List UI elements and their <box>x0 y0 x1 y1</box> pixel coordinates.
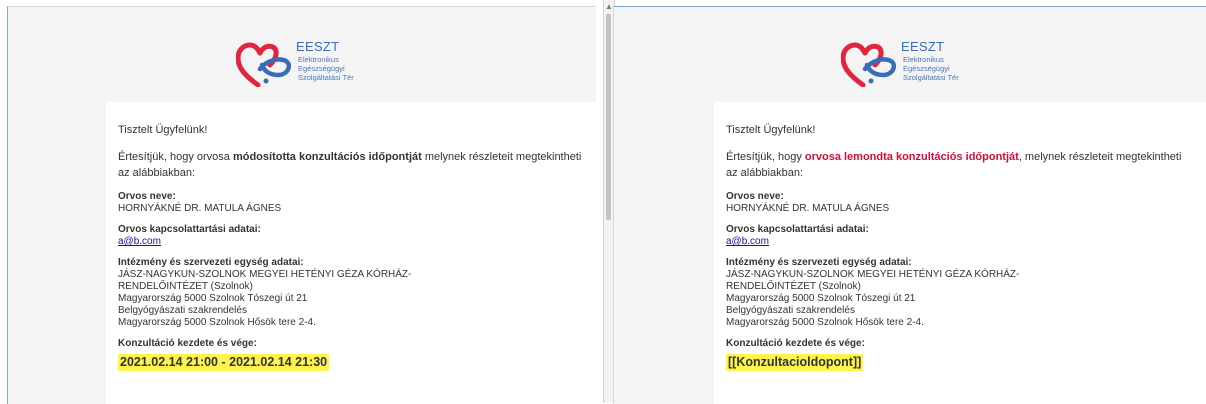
eeszt-heart-icon <box>841 42 896 87</box>
appointment-label: Konzultáció kezdete és vége: <box>118 338 257 349</box>
institution-label: Intézmény és szervezeti egység adatai: <box>118 257 304 268</box>
logo-brand: EESZT <box>901 39 945 54</box>
intro-emphasis: módosította konzultációs időpontját <box>232 151 422 163</box>
intro-before: Értesítjük, hogy orvosa <box>118 151 233 163</box>
logo-line: Elektronikus <box>298 55 339 64</box>
institution-line: JÁSZ-NAGYKUN-SZOLNOK MEGYEI HETÉNYI GÉZA… <box>726 269 1020 280</box>
logo-line: Szolgáltatási Tér <box>903 73 959 82</box>
institution-line: JÁSZ-NAGYKUN-SZOLNOK MEGYEI HETÉNYI GÉZA… <box>118 269 412 280</box>
logo-line: Elektronikus <box>903 55 944 64</box>
doctor-value: HORNYÁKNÉ DR. MATULA ÁGNES <box>726 203 890 214</box>
appointment-value: [[Konzultacioldopont]] <box>726 354 864 371</box>
appointment-value: 2021.02.14 21:00 - 2021.02.14 21:30 <box>118 354 330 371</box>
eeszt-heart-icon <box>236 42 291 87</box>
institution-value: JÁSZ-NAGYKUN-SZOLNOK MEGYEI HETÉNYI GÉZA… <box>118 269 588 329</box>
email-card: Tisztelt Ügyfelünk! Értesítjük, hogy orv… <box>714 102 1206 404</box>
institution-line: RENDELŐINTÉZET (Szolnok) <box>118 281 253 292</box>
doctor-label: Orvos neve: <box>118 191 176 202</box>
contact-value: a@b.com <box>726 236 1196 248</box>
logo-line: Szolgáltatási Tér <box>298 73 354 82</box>
intro-text: Értesítjük, hogy orvosa módosította konz… <box>118 149 588 181</box>
contact-label: Orvos kapcsolattartási adatai: <box>118 224 261 235</box>
eeszt-logo: EESZT Elektronikus Egészségügyi Szolgált… <box>236 37 386 99</box>
institution-line: Magyarország 5000 Szolnok Hősök tere 2-4… <box>726 317 924 328</box>
logo-subtitle: Elektronikus Egészségügyi Szolgáltatási … <box>903 55 993 82</box>
institution-label: Intézmény és szervezeti egység adatai: <box>726 257 912 268</box>
doctor-label: Orvos neve: <box>726 191 784 202</box>
eeszt-logo: EESZT Elektronikus Egészségügyi Szolgált… <box>841 37 991 99</box>
contact-value: a@b.com <box>118 236 588 248</box>
logo-subtitle: Elektronikus Egészségügyi Szolgáltatási … <box>298 55 388 82</box>
intro-emphasis: orvosa lemondta konzultációs időpontját <box>804 151 1019 163</box>
logo-line: Egészségügyi <box>903 64 950 73</box>
institution-line: Magyarország 5000 Szolnok Hősök tere 2-4… <box>118 317 316 328</box>
contact-email-link[interactable]: a@b.com <box>726 236 769 247</box>
email-preview-left[interactable]: EESZT Elektronikus Egészségügyi Szolgált… <box>7 6 596 404</box>
institution-line: Magyarország 5000 Szolnok Tószegi út 21 <box>118 293 308 304</box>
appointment-label: Konzultáció kezdete és vége: <box>726 338 865 349</box>
greeting: Tisztelt Ügyfelünk! <box>726 124 816 136</box>
institution-line: RENDELŐINTÉZET (Szolnok) <box>726 281 861 292</box>
contact-label: Orvos kapcsolattartási adatai: <box>726 224 869 235</box>
intro-before: Értesítjük, hogy <box>726 151 805 163</box>
email-preview-right[interactable]: EESZT Elektronikus Egészségügyi Szolgált… <box>613 6 1206 404</box>
logo-line: Egészségügyi <box>298 64 345 73</box>
institution-line: Belgyógyászati szakrendelés <box>118 305 247 316</box>
institution-value: JÁSZ-NAGYKUN-SZOLNOK MEGYEI HETÉNYI GÉZA… <box>726 269 1196 329</box>
institution-line: Belgyógyászati szakrendelés <box>726 305 855 316</box>
email-card: Tisztelt Ügyfelünk! Értesítjük, hogy orv… <box>106 102 596 404</box>
scroll-up-arrow-icon[interactable]: ▲ <box>605 2 613 12</box>
logo-brand: EESZT <box>296 39 340 54</box>
institution-line: Magyarország 5000 Szolnok Tószegi út 21 <box>726 293 916 304</box>
scrollbar-thumb[interactable] <box>606 14 611 220</box>
contact-email-link[interactable]: a@b.com <box>118 236 161 247</box>
doctor-value: HORNYÁKNÉ DR. MATULA ÁGNES <box>118 203 282 214</box>
greeting: Tisztelt Ügyfelünk! <box>118 124 208 136</box>
intro-text: Értesítjük, hogy orvosa lemondta konzult… <box>726 149 1196 181</box>
